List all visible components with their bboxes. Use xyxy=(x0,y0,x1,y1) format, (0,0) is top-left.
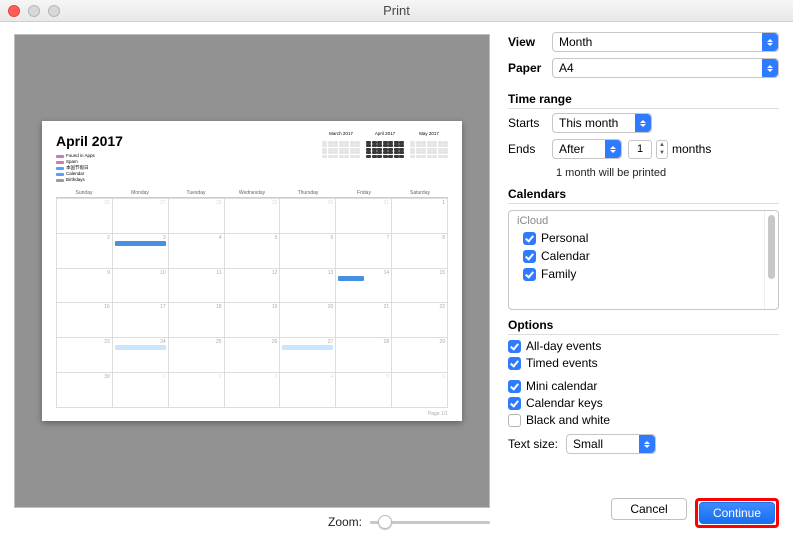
close-window-button[interactable] xyxy=(8,5,20,17)
checkbox-icon[interactable] xyxy=(508,397,521,410)
ends-label: Ends xyxy=(508,142,552,156)
time-range-hint: 1 month will be printed xyxy=(556,167,779,179)
select-arrows-icon xyxy=(762,59,778,77)
option-black-white[interactable]: Black and white xyxy=(508,413,779,427)
checkbox-icon[interactable] xyxy=(508,340,521,353)
time-range-heading: Time range xyxy=(508,92,779,109)
checkbox-icon[interactable] xyxy=(508,357,521,370)
calendars-scrollbar[interactable] xyxy=(764,211,778,309)
months-stepper[interactable]: ▲▼ xyxy=(656,140,668,159)
minimize-window-button xyxy=(28,5,40,17)
calendar-item-family[interactable]: Family xyxy=(517,265,756,283)
options-column: View Month Paper A4 Time range Starts Th… xyxy=(500,22,793,538)
titlebar: Print xyxy=(0,0,793,22)
calendars-list-box: iCloud Personal Calendar Family xyxy=(508,210,779,310)
preview-frame: April 2017 Found in Apps Spam 本国节假日 Cale… xyxy=(14,34,490,508)
mini-calendars: March 2017 April 2017 May 2017 xyxy=(322,131,448,158)
zoom-slider[interactable] xyxy=(370,514,490,530)
calendar-item-calendar[interactable]: Calendar xyxy=(517,247,756,265)
months-unit: months xyxy=(672,142,711,156)
option-calendar-keys[interactable]: Calendar keys xyxy=(508,396,779,410)
months-count-input[interactable] xyxy=(628,140,652,159)
starts-label: Starts xyxy=(508,116,552,130)
calendars-heading: Calendars xyxy=(508,187,779,204)
checkbox-icon[interactable] xyxy=(508,380,521,393)
checkbox-icon[interactable] xyxy=(523,268,536,281)
checkbox-icon[interactable] xyxy=(508,414,521,427)
zoom-label: Zoom: xyxy=(328,515,362,529)
calendar-item-personal[interactable]: Personal xyxy=(517,229,756,247)
view-select[interactable]: Month xyxy=(552,32,779,52)
page-preview: April 2017 Found in Apps Spam 本国节假日 Cale… xyxy=(42,121,462,421)
ends-select[interactable]: After xyxy=(552,139,622,159)
calendar-keys: Found in Apps Spam 本国节假日 Calendar Birthd… xyxy=(56,153,448,183)
select-arrows-icon xyxy=(635,114,651,132)
option-timed[interactable]: Timed events xyxy=(508,356,779,370)
options-heading: Options xyxy=(508,318,779,335)
starts-select[interactable]: This month xyxy=(552,113,652,133)
continue-button[interactable]: Continue xyxy=(699,502,775,524)
traffic-lights xyxy=(8,5,60,17)
checkbox-icon[interactable] xyxy=(523,232,536,245)
page-footer: Page 1/1 xyxy=(428,411,448,417)
option-allday[interactable]: All-day events xyxy=(508,339,779,353)
paper-select[interactable]: A4 xyxy=(552,58,779,78)
calendar-group-label: iCloud xyxy=(517,215,756,227)
select-arrows-icon xyxy=(639,435,655,453)
paper-label: Paper xyxy=(508,61,552,75)
select-arrows-icon xyxy=(605,140,621,158)
checkbox-icon[interactable] xyxy=(523,250,536,263)
window-title: Print xyxy=(383,3,410,18)
cancel-button[interactable]: Cancel xyxy=(611,498,687,520)
day-of-week-header: SundayMondayTuesdayWednesdayThursdayFrid… xyxy=(56,189,448,198)
slider-thumb[interactable] xyxy=(378,515,392,529)
textsize-select[interactable]: Small xyxy=(566,434,656,454)
calendar-grid: 2627282930311234567891011121314151617181… xyxy=(56,198,448,408)
preview-column: April 2017 Found in Apps Spam 本国节假日 Cale… xyxy=(0,22,500,538)
dialog-content: April 2017 Found in Apps Spam 本国节假日 Cale… xyxy=(0,22,793,538)
option-mini-calendar[interactable]: Mini calendar xyxy=(508,379,779,393)
zoom-row: Zoom: xyxy=(14,514,490,530)
view-label: View xyxy=(508,35,552,49)
textsize-label: Text size: xyxy=(508,437,558,451)
continue-highlight: Continue xyxy=(695,498,779,528)
select-arrows-icon xyxy=(762,33,778,51)
zoom-window-button xyxy=(48,5,60,17)
